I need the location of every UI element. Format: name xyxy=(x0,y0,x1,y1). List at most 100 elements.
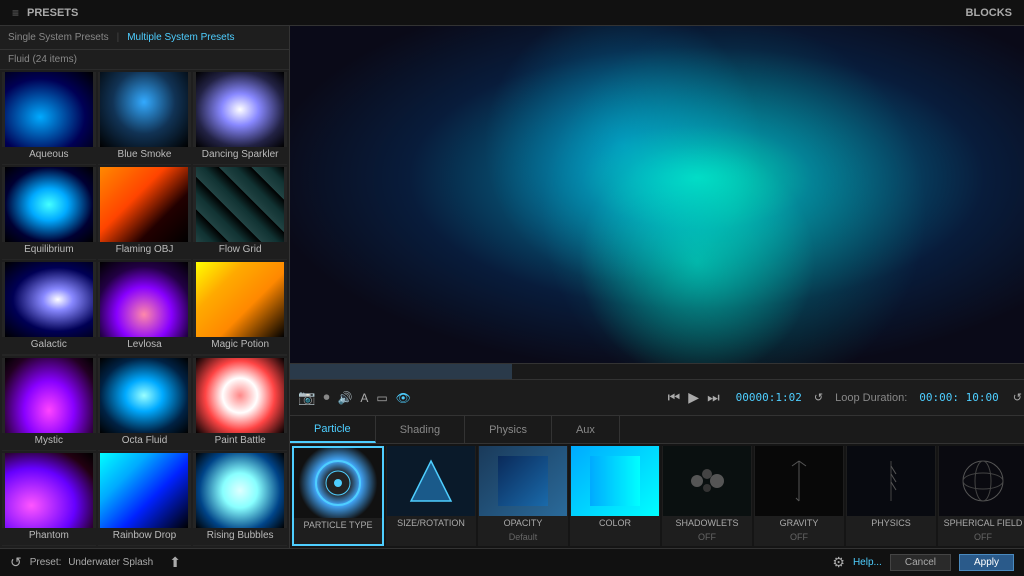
list-item[interactable]: Galactic xyxy=(2,262,96,355)
preset-thumb xyxy=(5,262,93,337)
list-item[interactable]: Blue Smoke xyxy=(98,72,192,165)
presets-tabs: Single System Presets | Multiple System … xyxy=(0,26,289,50)
refresh-icon[interactable]: ↺ xyxy=(1013,391,1022,404)
preset-label: Blue Smoke xyxy=(98,147,192,164)
list-item[interactable]: Dancing Sparkler xyxy=(193,72,287,165)
list-item[interactable]: Aqueous xyxy=(2,72,96,165)
list-item[interactable]: Mystic xyxy=(2,358,96,451)
presets-panel: Single System Presets | Multiple System … xyxy=(0,26,290,548)
frame-icon[interactable]: ▭ xyxy=(376,391,387,405)
presets-count: Fluid (24 items) xyxy=(0,50,289,70)
list-item[interactable]: Equilibrium xyxy=(2,167,96,260)
thumb-card-label: OPACITY xyxy=(502,516,545,532)
list-item[interactable]: Paint Battle xyxy=(193,358,287,451)
audio-icon[interactable]: 🔊 xyxy=(337,391,352,405)
thumb-card-opacity[interactable]: OPACITY Default xyxy=(478,446,568,546)
timeline-bar[interactable] xyxy=(290,363,1024,379)
preset-thumb xyxy=(5,167,93,242)
timeline-progress xyxy=(290,364,512,379)
thumb-card-size-rotation[interactable]: SIZE/ROTATION xyxy=(386,446,476,546)
tab-shading[interactable]: Shading xyxy=(376,416,465,443)
list-item[interactable]: Levlosa xyxy=(98,262,192,355)
list-item[interactable]: Rainbow Drop xyxy=(98,453,192,546)
particle-visualization xyxy=(290,26,1024,363)
preset-label: Aqueous xyxy=(2,147,96,164)
presets-icon: ≡ xyxy=(12,6,19,20)
text-icon[interactable]: A xyxy=(360,391,368,405)
play-button[interactable]: ▶ xyxy=(688,389,699,406)
list-item[interactable]: Flow Grid xyxy=(193,167,287,260)
preset-label: Mystic xyxy=(2,433,96,450)
preset-thumb xyxy=(100,72,188,147)
blocks-title: BLOCKS xyxy=(966,7,1012,19)
thumb-color-img xyxy=(571,446,659,516)
preset-label: Rising Bubbles xyxy=(193,528,287,545)
eye-icon[interactable]: 👁 xyxy=(396,391,411,405)
thumb-card-physics[interactable]: PHYSICS xyxy=(846,446,936,546)
bottom-tabs-bar: Particle Shading Physics Aux xyxy=(290,415,1024,443)
preset-thumb xyxy=(196,262,284,337)
record-icon[interactable]: ⏺ xyxy=(323,390,329,405)
thumb-card-sublabel: Default xyxy=(509,532,538,542)
thumb-card-label: PHYSICS xyxy=(869,516,913,532)
thumb-shadowlets-img xyxy=(663,446,751,516)
tab-particle[interactable]: Particle xyxy=(290,416,376,443)
thumb-gravity-img xyxy=(755,446,843,516)
help-link[interactable]: Help... xyxy=(853,557,882,568)
transport-bar: 📷 ⏺ 🔊 A ▭ 👁 ⏮ ▶ ⏭ 00000:1:02 ↺ Loop Dura… xyxy=(290,379,1024,415)
list-item[interactable]: Rising Bubbles xyxy=(193,453,287,546)
presets-grid: Aqueous Blue Smoke Dancing Sparkler Equi… xyxy=(0,70,289,548)
thumb-card-label: PARTICLE TYPE xyxy=(301,518,374,534)
list-item[interactable]: Magic Potion xyxy=(193,262,287,355)
loop-time-display: 00:00: 10:00 xyxy=(919,391,998,404)
top-bar: ≡ PRESETS BLOCKS xyxy=(0,0,1024,26)
preset-thumb xyxy=(5,358,93,433)
undo-icon[interactable]: ↺ xyxy=(10,554,22,571)
thumb-card-particle-type[interactable]: PARTICLE TYPE xyxy=(292,446,384,546)
preset-label: Equilibrium xyxy=(2,242,96,259)
preset-thumb xyxy=(100,453,188,528)
preset-thumb xyxy=(196,453,284,528)
status-bar: ↺ Preset: Underwater Splash ⬆ ⚙ Help... … xyxy=(0,548,1024,576)
thumb-card-label: SHADOWLETS xyxy=(673,516,740,532)
time-display: 00000:1:02 xyxy=(736,391,802,404)
thumb-card-label: COLOR xyxy=(597,516,633,532)
tab-aux[interactable]: Aux xyxy=(552,416,620,443)
apply-button[interactable]: Apply xyxy=(959,554,1014,571)
tab-physics[interactable]: Physics xyxy=(465,416,552,443)
settings-icon[interactable]: ⚙ xyxy=(832,554,845,571)
rewind-button[interactable]: ⏮ xyxy=(668,389,681,406)
tab-multiple-system[interactable]: Multiple System Presets xyxy=(127,32,234,43)
forward-button[interactable]: ⏭ xyxy=(707,389,720,406)
loop-duration-label: Loop Duration: xyxy=(835,392,907,404)
preset-label: Magic Potion xyxy=(193,337,287,354)
status-preset-name: Underwater Splash xyxy=(68,557,153,568)
list-item[interactable]: Phantom xyxy=(2,453,96,546)
thumb-card-spherical-field[interactable]: SPHERICAL FIELD OFF xyxy=(938,446,1024,546)
preset-thumb xyxy=(196,167,284,242)
preset-thumb xyxy=(5,72,93,147)
thumb-card-color[interactable]: COLOR xyxy=(570,446,660,546)
thumb-card-gravity[interactable]: GRAVITY OFF xyxy=(754,446,844,546)
preset-label: Rainbow Drop xyxy=(98,528,192,545)
preset-label: Galactic xyxy=(2,337,96,354)
status-right: ⚙ Help... Cancel Apply xyxy=(832,554,1014,571)
status-preset-label: Preset: Underwater Splash xyxy=(30,557,154,568)
thumb-card-label: SPHERICAL FIELD xyxy=(942,516,1024,532)
list-item[interactable]: Flaming OBJ xyxy=(98,167,192,260)
viewport xyxy=(290,26,1024,363)
export-icon[interactable]: ⬆ xyxy=(169,554,181,571)
thumb-card-shadowlets[interactable]: SHADOWLETS OFF xyxy=(662,446,752,546)
loop-icon: ↺ xyxy=(814,391,823,404)
bottom-thumbs: PARTICLE TYPE SIZE/ROTATION OPACITY Defa… xyxy=(290,443,1024,548)
cancel-button[interactable]: Cancel xyxy=(890,554,951,571)
list-item[interactable]: Octa Fluid xyxy=(98,358,192,451)
preset-thumb xyxy=(100,262,188,337)
preset-label: Octa Fluid xyxy=(98,433,192,450)
thumb-opacity-img xyxy=(479,446,567,516)
preset-label: Phantom xyxy=(2,528,96,545)
preset-label: Flow Grid xyxy=(193,242,287,259)
camera-icon[interactable]: 📷 xyxy=(298,389,315,406)
tab-single-system[interactable]: Single System Presets xyxy=(8,32,109,43)
thumb-card-sublabel: OFF xyxy=(790,532,808,542)
